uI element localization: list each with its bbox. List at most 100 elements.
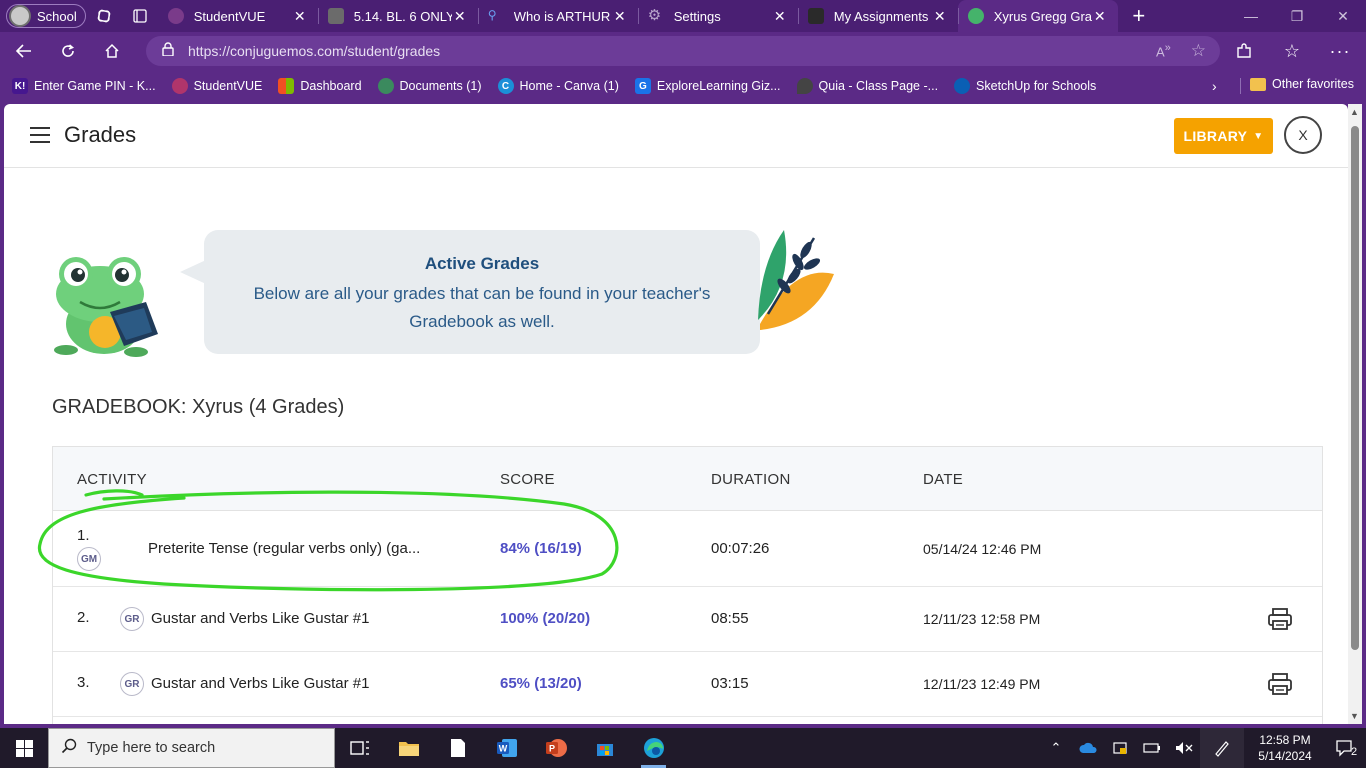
- close-tab-icon[interactable]: ✕: [612, 8, 628, 25]
- extensions-icon[interactable]: [1226, 36, 1262, 66]
- workspaces-icon[interactable]: [86, 2, 122, 30]
- duration-value: 08:55: [711, 610, 749, 627]
- favorite-sketchup[interactable]: SketchUp for Schools: [954, 78, 1096, 94]
- url-field[interactable]: https://conjuguemos.com/student/grades A…: [146, 36, 1220, 66]
- bubble-title: Active Grades: [424, 254, 540, 273]
- favbar-divider: [1240, 78, 1241, 94]
- system-clock[interactable]: 12:58 PM 5/14/2024: [1244, 732, 1326, 764]
- tab-actions-icon[interactable]: [122, 2, 158, 30]
- hamburger-menu-icon[interactable]: [30, 127, 50, 143]
- new-tab-button[interactable]: +: [1122, 2, 1156, 30]
- taskbar-search-input[interactable]: Type here to search: [48, 728, 335, 768]
- printer-icon[interactable]: [1267, 607, 1293, 631]
- favorite-star-icon[interactable]: ☆: [1191, 41, 1206, 61]
- close-tab-icon[interactable]: ✕: [772, 8, 788, 25]
- table-row[interactable]: 1. GM Preterite Tense (regular verbs onl…: [53, 511, 1322, 587]
- close-tab-icon[interactable]: ✕: [452, 8, 468, 25]
- favorite-studentvue[interactable]: StudentVUE: [171, 78, 262, 94]
- favorite-label: Home - Canva (1): [519, 79, 619, 93]
- tab-studentvue[interactable]: StudentVUE ✕: [158, 0, 318, 32]
- other-favorites[interactable]: Other favorites: [1250, 77, 1354, 91]
- notification-count: 2: [1350, 746, 1358, 758]
- close-tab-icon[interactable]: ✕: [1092, 8, 1108, 25]
- row-number: 2.: [77, 609, 90, 626]
- more-menu-icon[interactable]: ···: [1322, 36, 1358, 66]
- bubble-text: Below are all your grades that can be fo…: [253, 284, 711, 331]
- security-icon[interactable]: [1104, 728, 1136, 768]
- tab-my-assignments[interactable]: My Assignments ✕: [797, 0, 958, 32]
- read-aloud-icon[interactable]: A»: [1156, 42, 1171, 59]
- table-row[interactable]: 2. GR Gustar and Verbs Like Gustar #1 10…: [53, 587, 1322, 652]
- tab-assignment-doc[interactable]: 5.14. BL. 6 ONLY. F ✕: [317, 0, 478, 32]
- clock-time: 12:58 PM: [1259, 733, 1311, 747]
- frog-favicon: [967, 8, 984, 24]
- lock-icon[interactable]: [162, 41, 174, 61]
- printer-icon[interactable]: [1267, 672, 1293, 696]
- tab-title: My Assignments: [833, 8, 929, 24]
- page-scrollbar[interactable]: ▲ ▼: [1348, 104, 1362, 724]
- minimize-icon[interactable]: —: [1228, 0, 1274, 32]
- tab-grades-active[interactable]: Xyrus Gregg Grad ✕: [957, 0, 1118, 32]
- battery-icon[interactable]: [1136, 728, 1168, 768]
- scroll-up-arrow[interactable]: ▲: [1350, 107, 1359, 117]
- restore-icon[interactable]: ❐: [1274, 0, 1320, 32]
- gizmos-icon: G: [634, 78, 651, 94]
- activity-name[interactable]: Gustar and Verbs Like Gustar #1: [151, 610, 369, 627]
- favorite-canva[interactable]: C Home - Canva (1): [497, 78, 619, 94]
- task-view-icon[interactable]: [335, 728, 384, 768]
- search-favicon: ⚲: [487, 8, 497, 22]
- favorite-explorelearning[interactable]: G ExploreLearning Giz...: [634, 78, 781, 94]
- profile-button[interactable]: School: [6, 4, 86, 28]
- studentvue-icon: [171, 78, 188, 94]
- tab-search[interactable]: ⚲ Who is ARTHUR M ✕: [477, 0, 638, 32]
- duration-value: 03:15: [711, 675, 749, 692]
- favorite-quia[interactable]: Quia - Class Page -...: [796, 78, 938, 94]
- caret-down-icon: ▼: [1253, 130, 1264, 142]
- system-tray: ⌃ 12:58 PM 5/14/2024 2: [1040, 728, 1366, 768]
- activity-name[interactable]: Preterite Tense (regular verbs only) (ga…: [148, 540, 420, 557]
- tab-strip: School StudentVUE ✕ 5.14. BL. 6 ONLY. F …: [0, 0, 1366, 32]
- chevron-up-icon[interactable]: ⌃: [1040, 728, 1072, 768]
- table-row[interactable]: 3. GR Gustar and Verbs Like Gustar #1 65…: [53, 652, 1322, 717]
- page-title: Grades: [64, 122, 137, 147]
- microsoft-icon: [278, 78, 295, 94]
- page-content: Grades LIBRARY ▼ X Active Grades Below a…: [4, 104, 1348, 724]
- scrollbar-thumb[interactable]: [1351, 126, 1359, 650]
- pen-workspace-icon[interactable]: [1200, 728, 1244, 768]
- row-number: 1.: [77, 527, 90, 544]
- refresh-icon[interactable]: [48, 35, 88, 67]
- powerpoint-icon[interactable]: P: [531, 728, 580, 768]
- favorite-dashboard[interactable]: Dashboard: [278, 78, 362, 94]
- back-icon[interactable]: [4, 35, 44, 67]
- microsoft-store-icon[interactable]: [580, 728, 629, 768]
- favorite-kahoot[interactable]: K! Enter Game PIN - K...: [12, 78, 156, 94]
- frog-mascot-image: [54, 257, 158, 357]
- search-placeholder: Type here to search: [87, 740, 216, 756]
- close-tab-icon[interactable]: ✕: [932, 8, 948, 25]
- scroll-down-arrow[interactable]: ▼: [1350, 711, 1359, 721]
- close-button[interactable]: X: [1284, 116, 1322, 154]
- activity-name[interactable]: Gustar and Verbs Like Gustar #1: [151, 675, 369, 692]
- file-explorer-icon[interactable]: [384, 728, 433, 768]
- url-text: https://conjuguemos.com/student/grades: [188, 43, 441, 59]
- library-button[interactable]: LIBRARY ▼: [1174, 118, 1273, 154]
- onedrive-icon[interactable]: [1072, 728, 1104, 768]
- favorites-icon[interactable]: ☆: [1274, 36, 1310, 66]
- tab-settings[interactable]: ⚙ Settings ✕: [637, 0, 798, 32]
- grades-table: ACTIVITY SCORE DURATION DATE 1. GM Prete…: [52, 446, 1323, 724]
- score-value: 65% (13/20): [500, 675, 582, 692]
- library-label: LIBRARY: [1183, 128, 1248, 144]
- home-icon[interactable]: [92, 35, 132, 67]
- close-tab-icon[interactable]: ✕: [292, 8, 308, 25]
- edge-browser-icon[interactable]: [629, 728, 678, 768]
- chevron-right-icon[interactable]: ›: [1212, 78, 1217, 94]
- close-window-icon[interactable]: ✕: [1320, 0, 1366, 32]
- notification-center-icon[interactable]: 2: [1326, 738, 1366, 758]
- favorite-documents[interactable]: Documents (1): [377, 78, 482, 94]
- row-number: 3.: [77, 674, 90, 691]
- word-icon[interactable]: W: [482, 728, 531, 768]
- volume-muted-icon[interactable]: [1168, 728, 1200, 768]
- notepad-icon[interactable]: [433, 728, 482, 768]
- game-mode-badge: GR: [120, 607, 144, 631]
- windows-start-icon[interactable]: [0, 728, 48, 768]
